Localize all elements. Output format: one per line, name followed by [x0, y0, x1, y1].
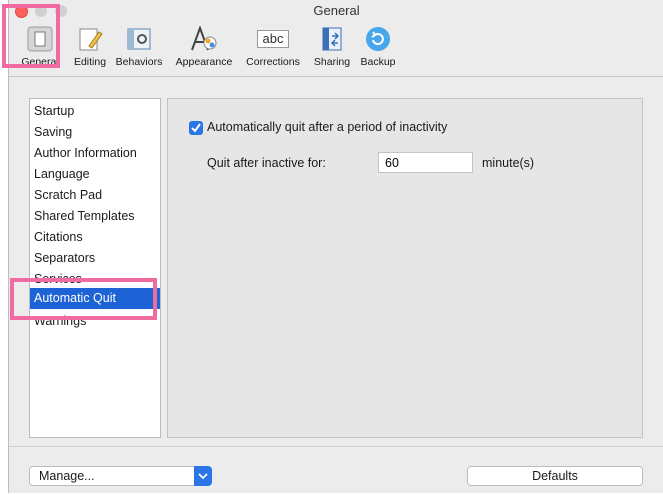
behaviors-icon	[126, 26, 152, 52]
sidebar-item-citations[interactable]: Citations	[34, 227, 83, 248]
backup-icon	[365, 26, 391, 52]
quit-after-minutes-input[interactable]	[378, 152, 473, 173]
sidebar-item-automatic-quit[interactable]: Automatic Quit	[30, 288, 160, 309]
defaults-button[interactable]: Defaults	[467, 466, 643, 486]
auto-quit-checkbox[interactable]	[189, 121, 203, 135]
tab-corrections[interactable]: abc Corrections	[240, 26, 306, 68]
tab-editing-label: Editing	[73, 56, 107, 68]
checkmark-icon	[191, 123, 201, 133]
title-bar: General	[9, 0, 663, 22]
sidebar-item-author-information[interactable]: Author Information	[34, 143, 137, 164]
tab-backup-label: Backup	[360, 56, 396, 68]
sidebar-item-startup[interactable]: Startup	[34, 101, 74, 122]
corrections-icon-text: abc	[257, 30, 289, 48]
sidebar-item-services[interactable]: Services	[34, 269, 82, 290]
bottom-bar: Manage... Defaults	[9, 446, 663, 494]
tab-appearance-label: Appearance	[175, 56, 233, 68]
preferences-category-list: Startup Saving Author Information Langua…	[29, 98, 161, 438]
tab-sharing-label: Sharing	[313, 56, 351, 68]
manage-popup-button[interactable]: Manage...	[29, 466, 212, 486]
minutes-unit-label: minute(s)	[482, 156, 535, 170]
tab-behaviors[interactable]: Behaviors	[112, 26, 166, 68]
automatic-quit-panel: Automatically quit after a period of ina…	[167, 98, 643, 438]
appearance-icon	[189, 25, 219, 52]
tab-sharing[interactable]: Sharing	[310, 26, 354, 68]
sidebar-item-shared-templates[interactable]: Shared Templates	[34, 206, 135, 227]
editing-icon	[77, 26, 103, 52]
preferences-window: General General Editing Behaviors Appear…	[8, 0, 663, 493]
auto-quit-label[interactable]: Automatically quit after a period of ina…	[207, 120, 447, 134]
tab-editing[interactable]: Editing	[70, 26, 110, 68]
sidebar-item-saving[interactable]: Saving	[34, 122, 72, 143]
sidebar-item-language[interactable]: Language	[34, 164, 90, 185]
manage-label: Manage...	[39, 469, 95, 483]
tab-backup[interactable]: Backup	[356, 26, 400, 68]
sharing-icon	[321, 26, 343, 52]
tab-appearance[interactable]: Appearance	[172, 25, 236, 68]
tab-behaviors-label: Behaviors	[115, 56, 163, 68]
preferences-toolbar: General Editing Behaviors Appearance abc…	[9, 22, 663, 77]
general-tab-highlight	[2, 4, 60, 68]
sidebar-item-scratch-pad[interactable]: Scratch Pad	[34, 185, 102, 206]
sidebar-item-warnings[interactable]: Warnings	[34, 311, 86, 332]
quit-after-label: Quit after inactive for:	[207, 156, 326, 170]
window-title: General	[313, 3, 360, 18]
sidebar-item-separators[interactable]: Separators	[34, 248, 95, 269]
corrections-icon: abc	[257, 26, 289, 52]
tab-corrections-label: Corrections	[246, 56, 300, 68]
chevron-down-icon	[194, 466, 212, 486]
